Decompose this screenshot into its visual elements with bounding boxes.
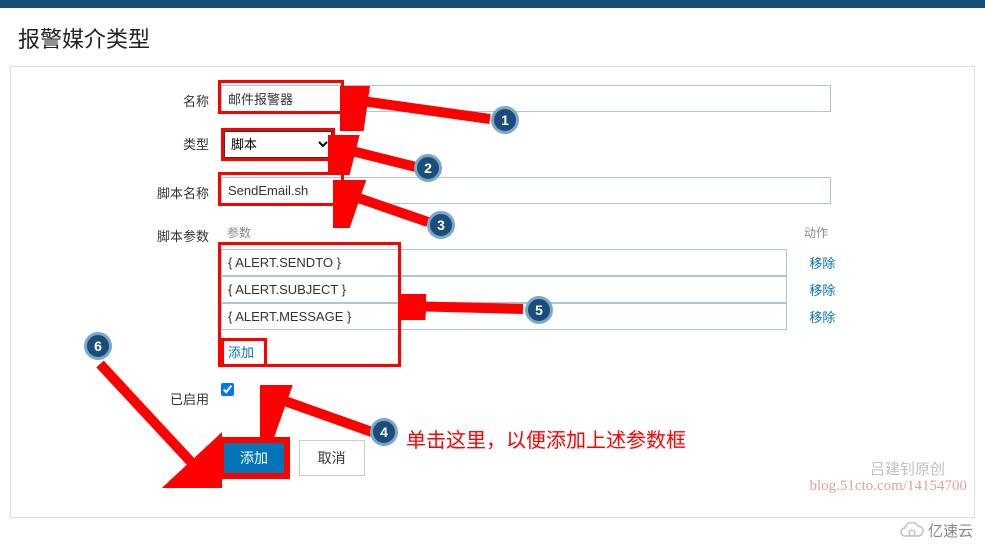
badge-3: 3 [427,211,455,239]
table-row: 移除 [221,249,836,276]
top-bar [0,0,985,8]
remove-link-0[interactable]: 移除 [809,256,835,271]
arrow-2 [328,135,423,175]
badge-1: 1 [491,106,519,134]
arrow-1 [340,86,495,131]
row-script-name: 脚本名称 [31,177,954,204]
arrow-5 [398,294,528,320]
badge-4: 4 [370,418,398,446]
arrow-3 [333,180,433,228]
cloud-icon [898,522,924,540]
script-params-label: 脚本参数 [31,220,221,245]
submit-button[interactable]: 添加 [221,440,287,476]
watermark-url: blog.51cto.com/14154700 [810,478,968,495]
param-input-0[interactable] [221,249,787,276]
type-label: 类型 [31,128,221,153]
name-label: 名称 [31,85,221,110]
enabled-checkbox[interactable] [221,383,234,396]
remove-link-2[interactable]: 移除 [809,310,835,325]
footer-logo: 亿速云 [898,520,973,541]
row-type: 类型 脚本 [31,128,954,161]
add-param-link[interactable]: 添加 [228,345,254,360]
watermark-author: 吕建钊原创 [870,458,945,479]
arrow-4 [260,385,380,440]
type-select[interactable]: 脚本 [224,131,332,158]
script-name-input[interactable] [221,177,831,204]
add-param-box: 添加 [221,338,267,367]
badge-6: 6 [84,332,112,360]
page-title: 报警媒介类型 [0,8,985,66]
script-name-label: 脚本名称 [31,177,221,202]
badge-5: 5 [525,296,553,324]
annotation-hint: 单击这里，以便添加上述参数框 [406,424,686,453]
params-header-action: 动作 [795,220,836,249]
arrow-6 [92,358,222,488]
remove-link-1[interactable]: 移除 [809,283,835,298]
badge-2: 2 [414,154,442,182]
name-input[interactable] [221,85,831,112]
footer-text: 亿速云 [928,520,973,541]
cancel-button[interactable]: 取消 [299,440,365,476]
params-header-param: 参数 [221,220,795,249]
